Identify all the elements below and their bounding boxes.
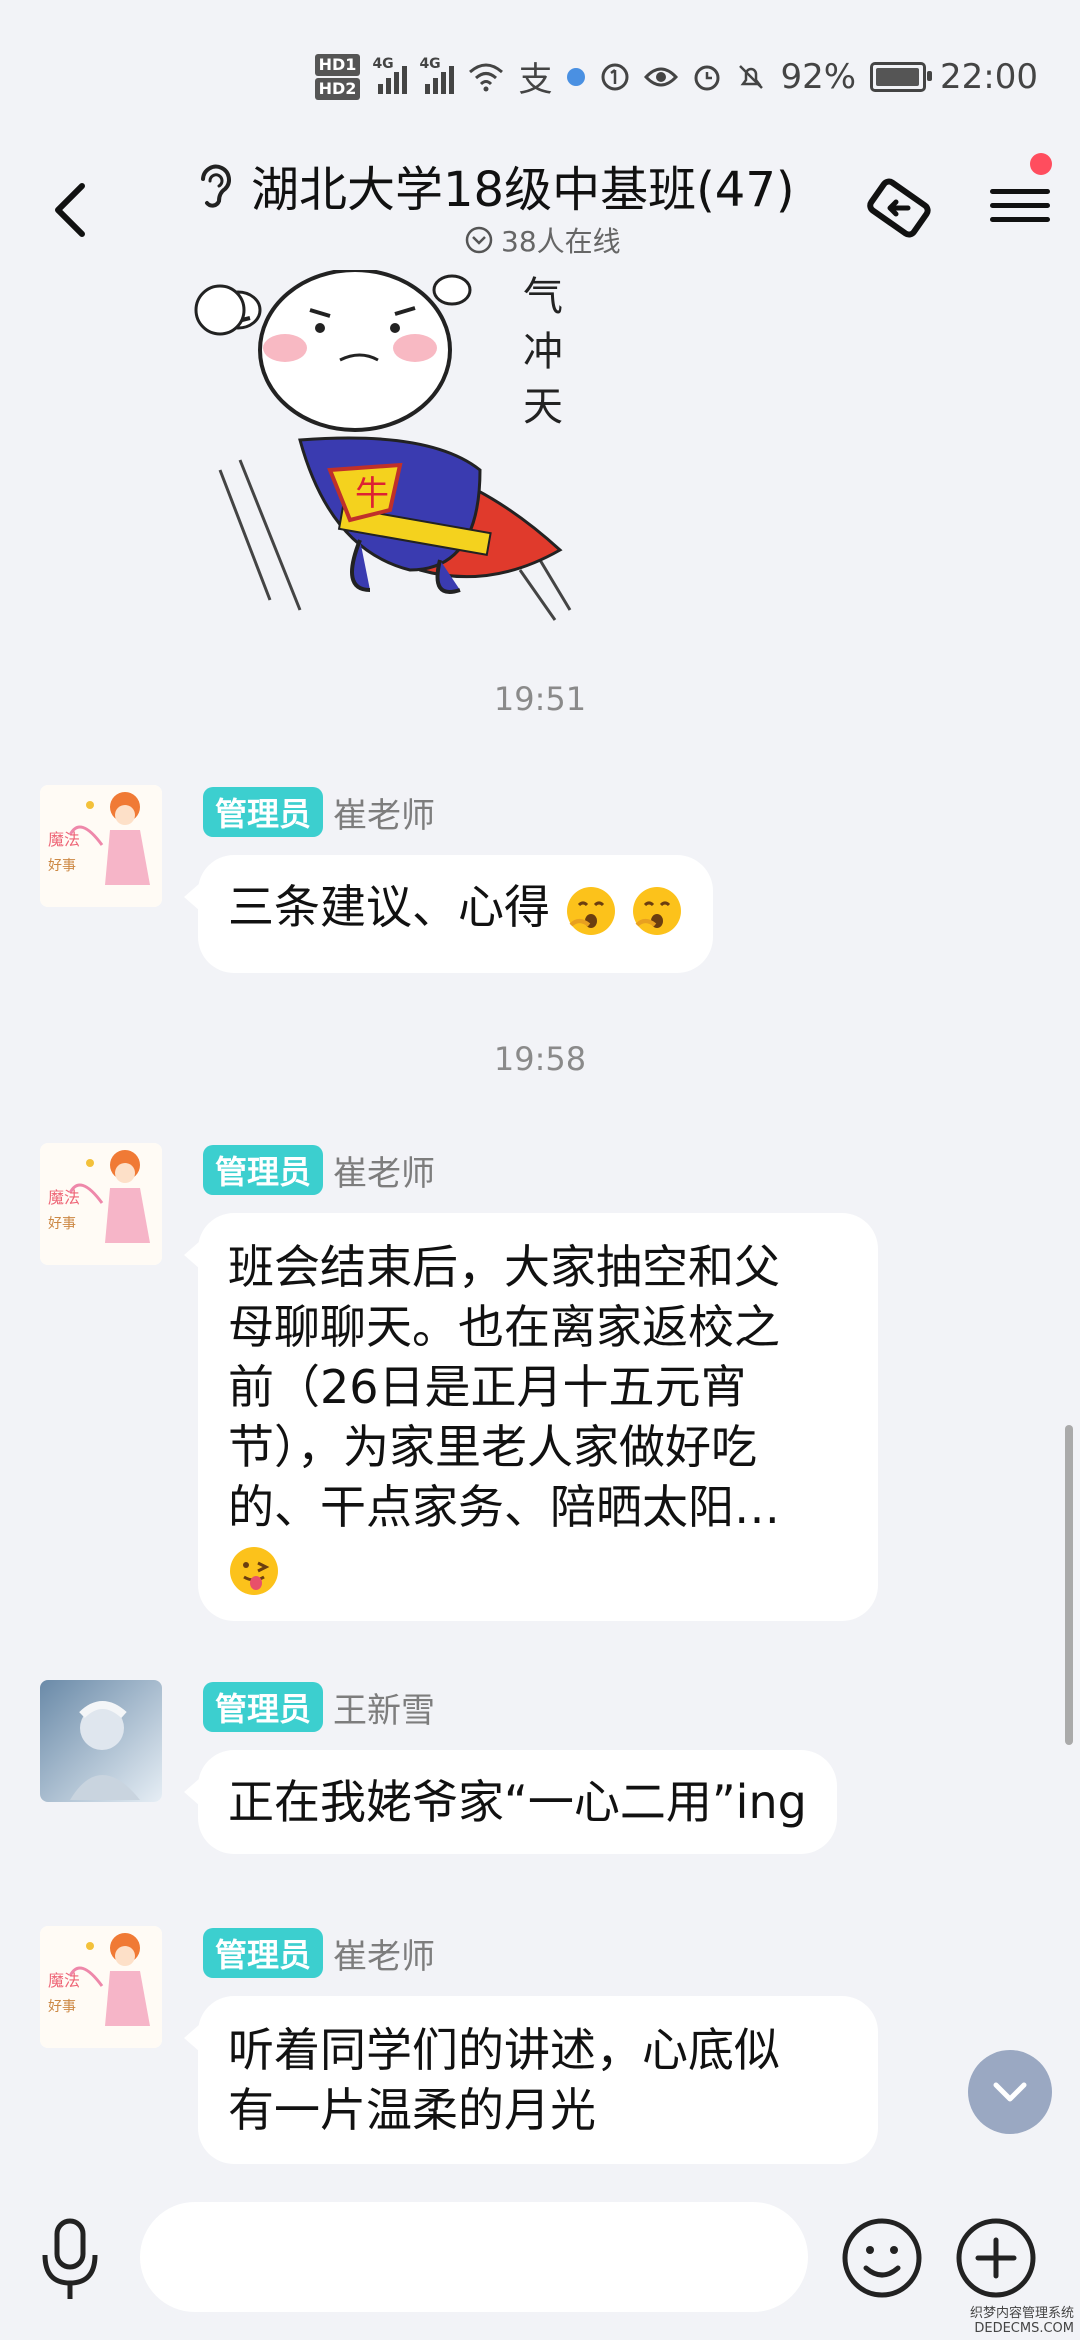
data-saver-icon [601, 63, 629, 90]
wifi-icon [469, 63, 504, 91]
alipay-icon: 支 [518, 60, 553, 100]
sticker-badge-text: 牛 [355, 474, 389, 514]
clock: 22:00 [940, 56, 1038, 97]
svg-text:魔法: 魔法 [48, 1188, 80, 1207]
chevron-left-icon [55, 183, 85, 237]
sender-name: 王新雪 [333, 1690, 436, 1731]
notification-dot [1030, 153, 1052, 175]
message-text: 正在我姥爷家“一心二用”ing [228, 1775, 807, 1829]
microphone-icon [42, 2218, 98, 2299]
yawn-emoji-icon [566, 886, 615, 935]
admin-badge: 管理员 [203, 1928, 324, 1978]
avatar[interactable] [40, 1680, 162, 1802]
menu-icon [990, 189, 1050, 222]
sender-name: 崔老师 [333, 1936, 436, 1977]
message-text: 三条建议、心得 [228, 880, 550, 934]
avatar[interactable]: 魔法 好事 [40, 1143, 162, 1265]
signal-icon-1: 4G [372, 56, 408, 94]
alarm-icon [694, 65, 720, 90]
scrollbar[interactable] [1065, 1425, 1073, 1745]
plus-icon [956, 2218, 1036, 2298]
avatar[interactable]: 魔法 好事 [40, 785, 162, 907]
message-input[interactable] [140, 2202, 808, 2312]
signal-icon-2: 4G [419, 56, 455, 94]
menu-button[interactable] [990, 180, 1050, 240]
timestamp: 19:58 [493, 1040, 587, 1078]
message-line: 节），为家里老人家做好吃 [228, 1420, 757, 1474]
svg-text:魔法: 魔法 [48, 1971, 80, 1990]
scroll-to-bottom-button[interactable] [968, 2050, 1052, 2134]
timestamp: 19:51 [493, 680, 587, 718]
smiley-icon [842, 2218, 922, 2298]
message-line: 听着同学们的讲述，心底似 [228, 2023, 780, 2077]
eye-icon [644, 67, 679, 86]
message-bubble[interactable]: 正在我姥爷家“一心二用”ing [184, 1750, 837, 1854]
message-line: 前（26日是正月十五元宵 [228, 1360, 747, 1414]
admin-badge: 管理员 [203, 1682, 324, 1732]
sticker-text-2: 冲 [523, 329, 563, 375]
emoji-button[interactable] [840, 2216, 924, 2300]
chat-header: 湖北大学18级中基班(47) 38人在线 [0, 140, 1080, 270]
svg-text:好事: 好事 [48, 1216, 76, 1232]
message-bubble[interactable]: 三条建议、心得 [183, 855, 714, 973]
chevron-down-circle-icon [465, 226, 493, 254]
more-button[interactable] [954, 2216, 1038, 2300]
sim-indicator: HD1 HD2 [314, 53, 361, 100]
sender-name: 崔老师 [333, 795, 436, 836]
chevron-down-icon [993, 2082, 1027, 2102]
chat-title-group[interactable]: 湖北大学18级中基班(47) [195, 150, 795, 220]
share-button[interactable] [860, 170, 940, 250]
watermark: 织梦内容管理系统 DEDECMS.COM [969, 2306, 1074, 2336]
message-line: 的、干点家务、陪晒太阳… [228, 1480, 780, 1534]
message-bubble[interactable]: 班会结束后，大家抽空和父 母聊聊天。也在离家返校之 前（26日是正月十五元宵 节… [184, 1213, 878, 1621]
sticker-text-1: 气 [523, 274, 563, 320]
share-icon [867, 178, 931, 238]
battery-percent: 92% [780, 56, 857, 97]
tongue-out-emoji-icon [230, 1546, 278, 1595]
svg-text:好事: 好事 [48, 1999, 76, 2015]
sticker-text-3: 天 [523, 384, 563, 430]
status-bar: HD1 HD2 4G 4G 支 92% 22:00 [0, 0, 1080, 140]
voice-button[interactable] [35, 2215, 105, 2305]
yawn-emoji-icon [633, 886, 682, 935]
avatar[interactable]: 魔法 好事 [40, 1926, 162, 2048]
online-status[interactable]: 38人在线 [465, 220, 621, 260]
ear-icon [201, 164, 231, 208]
svg-text:好事: 好事 [48, 858, 76, 874]
page-title: 湖北大学18级中基班(47) [251, 162, 795, 218]
message-line: 母聊聊天。也在离家返校之 [228, 1300, 780, 1354]
mute-icon [739, 64, 764, 89]
svg-text:魔法: 魔法 [48, 830, 80, 849]
message-bubble[interactable]: 听着同学们的讲述，心底似 有一片温柔的月光 [184, 1996, 878, 2164]
app-notification-icon [567, 67, 586, 86]
back-button[interactable] [40, 170, 100, 250]
admin-badge: 管理员 [203, 1145, 324, 1195]
sender-name: 崔老师 [333, 1153, 436, 1194]
battery-icon [870, 61, 933, 92]
input-bar: 织梦内容管理系统 DEDECMS.COM [0, 2180, 1080, 2340]
online-count: 38人在线 [501, 225, 621, 258]
sticker-image[interactable]: 牛 气 冲 天 [190, 268, 600, 630]
message-line: 班会结束后，大家抽空和父 [228, 1240, 780, 1294]
message-line: 有一片温柔的月光 [228, 2083, 596, 2137]
admin-badge: 管理员 [203, 787, 324, 837]
